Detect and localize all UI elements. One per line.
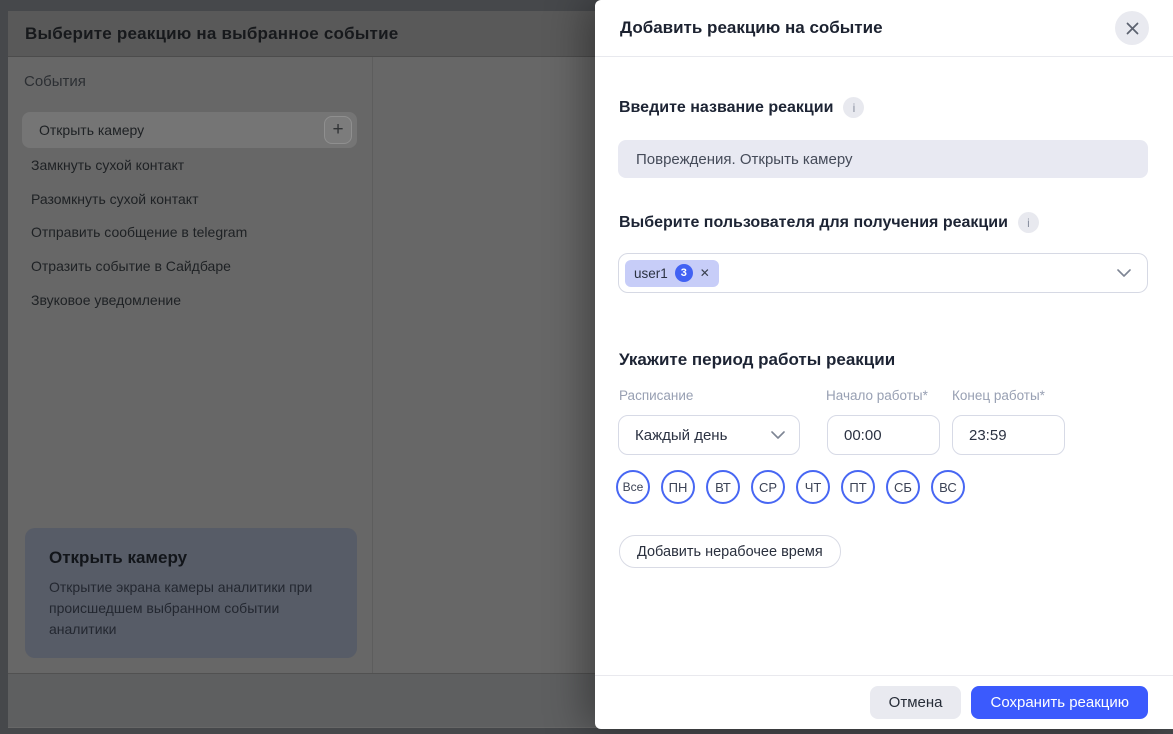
add-event-button[interactable]: + [324,116,352,144]
event-item-open-camera[interactable]: Открыть камеру + [22,112,357,148]
add-reaction-modal: Добавить реакцию на событие Введите назв… [595,0,1173,729]
close-button[interactable] [1115,11,1149,45]
user-field-label-row: Выберите пользователя для получения реак… [619,212,1039,233]
cancel-button[interactable]: Отмена [869,686,962,719]
start-time-label: Начало работы* [826,388,928,403]
event-item-sound[interactable]: Звуковое уведомление [31,290,181,310]
plus-icon: + [332,118,344,140]
day-chip-sun[interactable]: ВС [931,470,965,504]
day-chip-wed[interactable]: СР [751,470,785,504]
info-icon[interactable]: i [843,97,865,118]
day-chip-tue[interactable]: ВТ [706,470,740,504]
name-field-label: Введите название реакции [619,98,834,116]
close-icon [1126,22,1138,34]
event-detail-title: Открыть камеру [49,548,188,567]
add-downtime-button[interactable]: Добавить нерабочее время [619,535,841,568]
schedule-label: Расписание [619,388,694,403]
chevron-down-icon [1117,269,1131,277]
period-section-title: Укажите период работы реакции [619,350,896,369]
day-chip-mon[interactable]: ПН [661,470,695,504]
events-panel: События Открыть камеру + Замкнуть сухой … [8,57,373,673]
background-dialog-title: Выберите реакцию на выбранное событие [25,23,399,43]
event-item-open-dry-contact[interactable]: Разомкнуть сухой контакт [31,189,199,209]
schedule-select[interactable]: Каждый день [618,415,800,455]
end-time-label: Конец работы* [952,388,1045,403]
modal-body: Введите название реакции i Выберите поль… [595,57,1173,675]
event-item-sidebar[interactable]: Отразить событие в Сайдбаре [31,256,231,276]
day-chip-sat[interactable]: СБ [886,470,920,504]
modal-footer: Отмена Сохранить реакцию [595,675,1173,729]
event-detail-card: Открыть камеру Открытие экрана камеры ан… [25,528,357,658]
chip-remove-icon[interactable]: ✕ [700,267,710,279]
required-mark: * [1039,388,1045,403]
reaction-name-input[interactable] [618,140,1148,178]
events-section-title: События [24,73,86,90]
modal-header: Добавить реакцию на событие [595,0,1173,57]
day-chip-all[interactable]: Все [616,470,650,504]
chevron-down-icon [771,431,785,439]
user-field-label: Выберите пользователя для получения реак… [619,213,1008,231]
required-mark: * [922,388,928,403]
user-chip-label: user1 [634,265,668,281]
name-field-label-row: Введите название реакции i [619,97,865,118]
weekday-selector: Все ПН ВТ СР ЧТ ПТ СБ ВС [616,470,965,504]
info-icon[interactable]: i [1017,212,1039,233]
event-item-label: Открыть камеру [39,122,145,138]
modal-title: Добавить реакцию на событие [620,18,883,37]
user-chip[interactable]: user1 3 ✕ [625,259,719,287]
save-reaction-button[interactable]: Сохранить реакцию [971,686,1148,719]
day-chip-thu[interactable]: ЧТ [796,470,830,504]
event-detail-description: Открытие экрана камеры аналитики при про… [49,579,313,637]
user-select[interactable]: user1 3 ✕ [618,253,1148,293]
event-item-telegram[interactable]: Отправить сообщение в telegram [31,222,247,242]
end-time-input[interactable] [952,415,1065,455]
event-item-close-dry-contact[interactable]: Замкнуть сухой контакт [31,155,184,175]
day-chip-fri[interactable]: ПТ [841,470,875,504]
app: { "background_page": { "title": "Выберит… [0,0,1173,734]
schedule-select-value: Каждый день [635,426,728,444]
start-time-input[interactable] [827,415,940,455]
user-chip-count-badge: 3 [674,264,693,282]
